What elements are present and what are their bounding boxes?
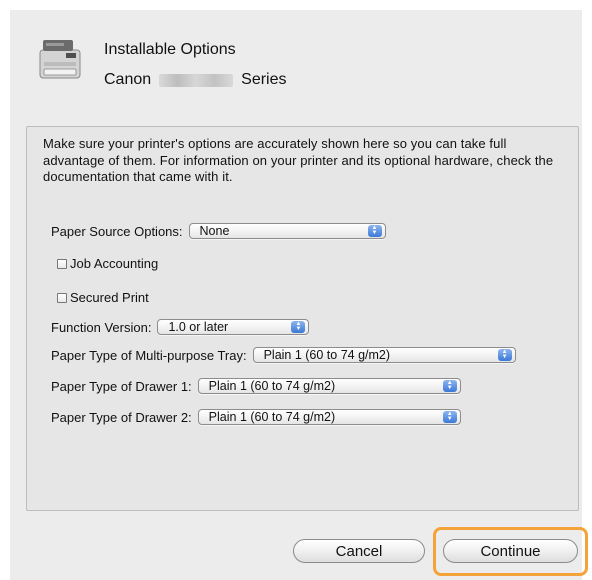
popup-arrows-icon: ▲ ▼ — [291, 321, 306, 333]
model-suffix: Series — [241, 71, 287, 88]
drawer2-popup[interactable]: Plain 1 (60 to 74 g/m2) ▲ ▼ — [197, 409, 461, 425]
popup-arrows-icon: ▲ ▼ — [367, 225, 382, 237]
options-panel: Make sure your printer's options are acc… — [26, 126, 579, 511]
drawer2-value: Plain 1 (60 to 74 g/m2) — [208, 410, 336, 424]
cancel-button[interactable]: Cancel — [293, 539, 425, 563]
drawer1-label: Paper Type of Drawer 1: — [51, 378, 192, 394]
secured-print-row[interactable]: Secured Print — [57, 290, 149, 305]
popup-arrows-icon: ▲ ▼ — [442, 411, 457, 423]
multi-purpose-tray-value: Plain 1 (60 to 74 g/m2) — [263, 348, 391, 362]
printer-model: Canon Series — [104, 71, 287, 89]
redacted-model-name — [159, 73, 234, 87]
function-version-popup[interactable]: 1.0 or later ▲ ▼ — [157, 319, 310, 335]
job-accounting-label: Job Accounting — [70, 256, 159, 271]
paper-source-value: None — [199, 224, 230, 238]
job-accounting-row[interactable]: Job Accounting — [57, 256, 158, 271]
drawer1-value: Plain 1 (60 to 74 g/m2) — [208, 379, 336, 393]
drawer1-popup[interactable]: Plain 1 (60 to 74 g/m2) ▲ ▼ — [197, 378, 461, 394]
secured-print-label: Secured Print — [70, 290, 149, 305]
description-text: Make sure your printer's options are acc… — [43, 136, 554, 184]
popup-arrows-icon: ▲ ▼ — [442, 380, 457, 392]
multi-purpose-tray-label: Paper Type of Multi-purpose Tray: — [51, 347, 247, 363]
multi-purpose-tray-popup[interactable]: Plain 1 (60 to 74 g/m2) ▲ ▼ — [252, 347, 516, 363]
paper-source-row: Paper Source Options: None ▲ ▼ — [51, 223, 386, 239]
popup-arrows-icon: ▲ ▼ — [497, 349, 512, 361]
function-version-row: Function Version: 1.0 or later ▲ ▼ — [51, 319, 310, 335]
drawer1-row: Paper Type of Drawer 1: Plain 1 (60 to 7… — [51, 378, 461, 394]
printer-icon — [39, 40, 81, 79]
continue-button[interactable]: Continue — [443, 539, 578, 563]
multi-purpose-tray-row: Paper Type of Multi-purpose Tray: Plain … — [51, 347, 516, 363]
model-prefix: Canon — [104, 71, 152, 88]
function-version-label: Function Version: — [51, 319, 152, 335]
dialog-title: Installable Options — [104, 41, 236, 58]
paper-source-popup[interactable]: None ▲ ▼ — [188, 223, 386, 239]
job-accounting-checkbox[interactable] — [57, 258, 67, 269]
paper-source-label: Paper Source Options: — [51, 223, 183, 239]
drawer2-label: Paper Type of Drawer 2: — [51, 409, 192, 425]
secured-print-checkbox[interactable] — [57, 292, 67, 303]
function-version-value: 1.0 or later — [168, 320, 229, 334]
drawer2-row: Paper Type of Drawer 2: Plain 1 (60 to 7… — [51, 409, 461, 425]
